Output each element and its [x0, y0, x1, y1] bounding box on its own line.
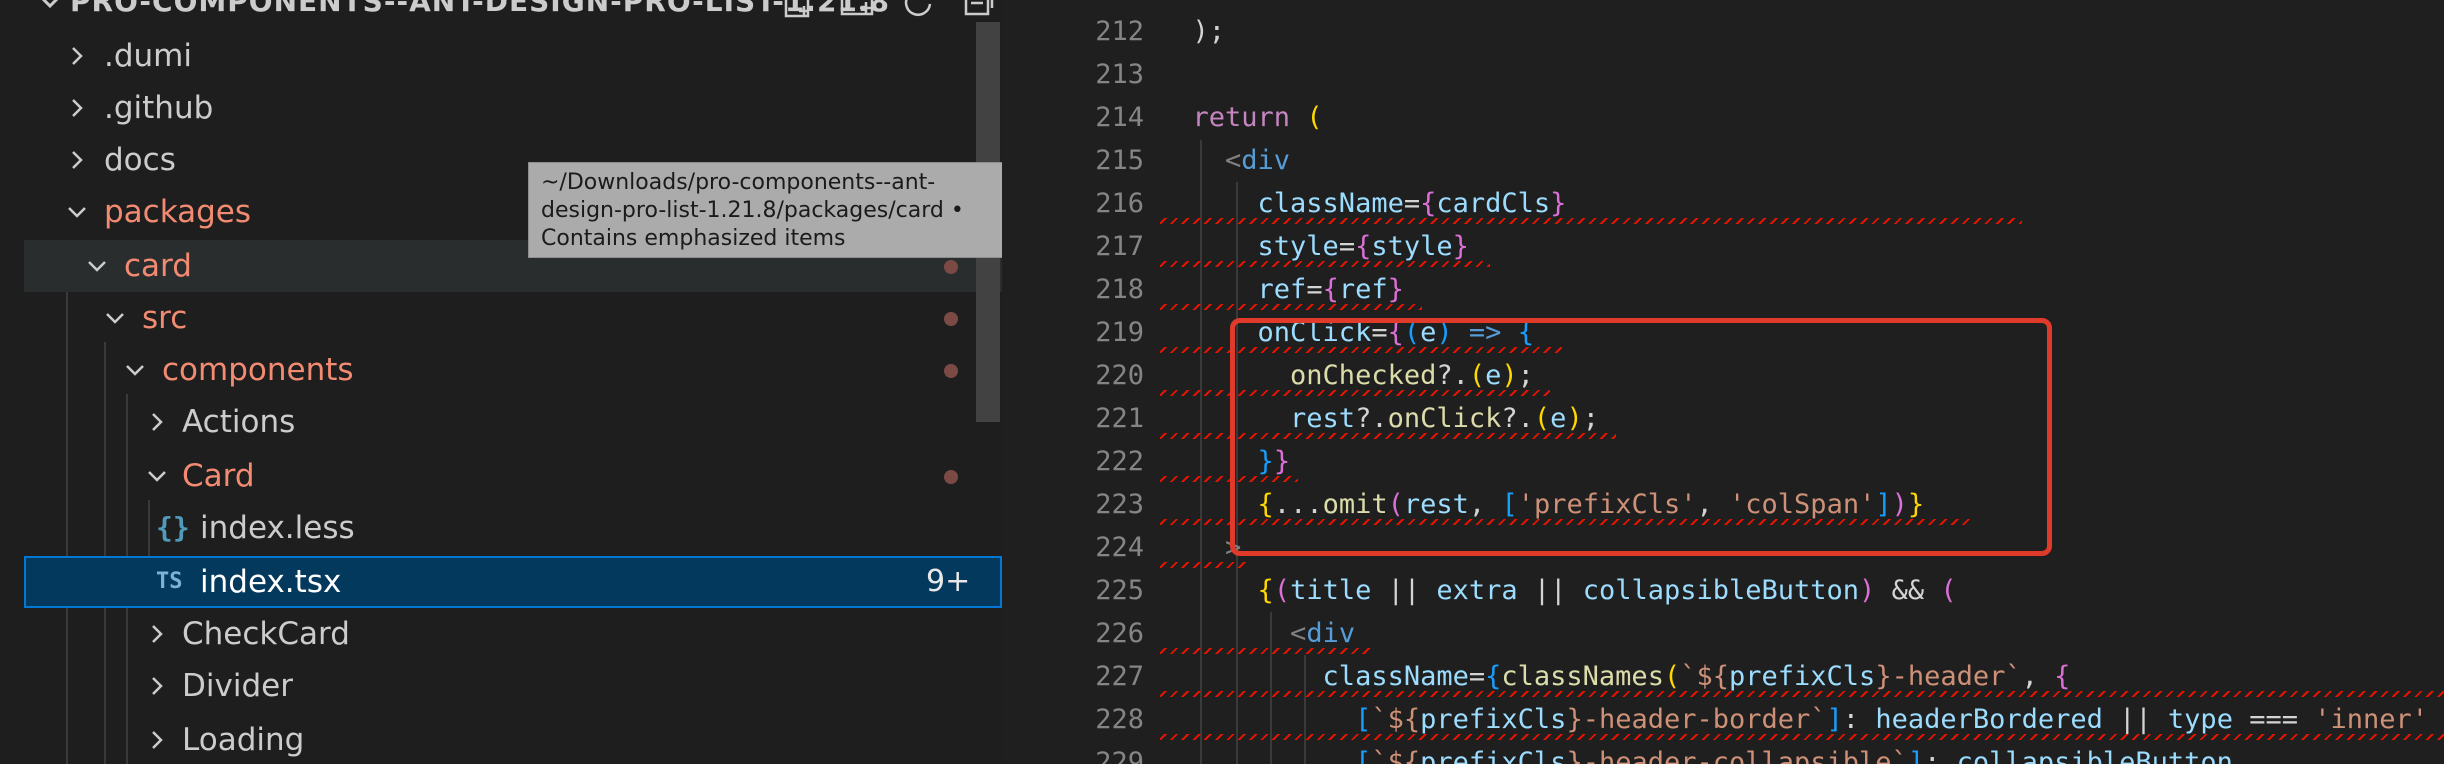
chevron-right-icon: [152, 731, 163, 749]
explorer-sidebar: PRO-COMPONENTS--ANT-DESIGN-PRO-LIST-1.21…: [0, 0, 1002, 764]
line-number: 217: [1095, 231, 1144, 262]
line-number: 229: [1095, 747, 1144, 764]
typescript-file-icon: TS: [156, 569, 183, 594]
line-number: 220: [1095, 360, 1144, 391]
chevron-right-icon: [72, 99, 83, 117]
code-line: );: [1160, 16, 1226, 47]
line-number: 222: [1095, 446, 1144, 477]
line-number: 216: [1095, 188, 1144, 219]
less-file-icon: {}: [156, 511, 190, 544]
explorer-title: PRO-COMPONENTS--ANT-DESIGN-PRO-LIST-1.21…: [70, 0, 891, 18]
tree-item-label: Card: [182, 458, 255, 494]
error-squiggle: [1160, 218, 2022, 224]
tree-item-index-less[interactable]: {} index.less: [0, 502, 1002, 554]
code-line: <div: [1225, 145, 1291, 176]
line-number: 215: [1095, 145, 1144, 176]
tree-item-divider[interactable]: Divider: [0, 660, 1002, 712]
tree-item-github[interactable]: .github: [0, 82, 1002, 134]
tree-item-label: packages: [104, 194, 252, 230]
code-editor[interactable]: 212 213 214 215 216 217 218 219 220 221 …: [1002, 0, 2444, 764]
highlight-box: [1230, 318, 2052, 556]
line-number: 219: [1095, 317, 1144, 348]
tree-item-label: Loading: [182, 722, 305, 758]
tree-item-checkcard[interactable]: CheckCard: [0, 608, 1002, 660]
chevron-down-icon: [148, 471, 166, 482]
chevron-down-icon: [106, 313, 124, 324]
modified-dot-icon: [944, 260, 958, 274]
tree-item-label: Divider: [182, 668, 293, 704]
line-number: 212: [1095, 16, 1144, 47]
tree-item-index-tsx[interactable]: TS index.tsx 9+: [24, 556, 1002, 608]
tree-item-src[interactable]: src: [0, 292, 1002, 344]
explorer-header[interactable]: PRO-COMPONENTS--ANT-DESIGN-PRO-LIST-1.21…: [0, 0, 1002, 22]
error-squiggle: [1160, 734, 2444, 740]
chevron-right-icon: [152, 677, 163, 695]
tree-item-label: docs: [104, 142, 176, 178]
line-number: 225: [1095, 575, 1144, 606]
tree-item-label: index.tsx: [200, 564, 342, 600]
tree-item-components[interactable]: components: [0, 344, 1002, 396]
error-squiggle: [1160, 304, 1422, 310]
path-tooltip: ~/Downloads/pro-components--ant-design-p…: [528, 162, 1014, 258]
code-line: {(title || extra || collapsibleButton) &…: [1257, 575, 1957, 606]
line-number: 227: [1095, 661, 1144, 692]
chevron-down-icon: [126, 365, 144, 376]
tree-item-actions[interactable]: Actions: [0, 396, 1002, 448]
tree-item-label: card: [124, 248, 192, 284]
tree-item-label: Actions: [182, 404, 296, 440]
tree-item-label: CheckCard: [182, 616, 350, 652]
tree-item-label: .dumi: [104, 38, 192, 74]
line-number: 228: [1095, 704, 1144, 735]
chevron-right-icon: [72, 47, 83, 65]
line-number: 226: [1095, 618, 1144, 649]
explorer-actions: [778, 0, 998, 22]
chevron-right-icon: [152, 413, 163, 431]
error-squiggle: [1160, 562, 1246, 568]
chevron-down-icon[interactable]: [32, 0, 68, 20]
new-folder-icon[interactable]: [838, 0, 878, 22]
chevron-right-icon: [152, 625, 163, 643]
chevron-right-icon: [72, 151, 83, 169]
error-squiggle: [1160, 691, 2444, 697]
modified-dot-icon: [944, 470, 958, 484]
line-number: 221: [1095, 403, 1144, 434]
tree-item-label: components: [162, 352, 354, 388]
tree-item-label: src: [142, 300, 188, 336]
chevron-down-icon: [88, 261, 106, 272]
tree-item-card-folder[interactable]: Card: [0, 450, 1002, 502]
line-number: 224: [1095, 532, 1144, 563]
line-number: 214: [1095, 102, 1144, 133]
chevron-down-icon: [68, 207, 86, 218]
line-number: 213: [1095, 59, 1144, 90]
line-number: 223: [1095, 489, 1144, 520]
tree-item-label: index.less: [200, 510, 355, 546]
tree-item-loading[interactable]: Loading: [0, 714, 1002, 764]
line-number: 218: [1095, 274, 1144, 305]
new-file-icon[interactable]: [778, 0, 818, 22]
modified-dot-icon: [944, 312, 958, 326]
modified-dot-icon: [944, 364, 958, 378]
error-squiggle: [1160, 648, 1372, 654]
problem-count-badge: 9+: [926, 564, 971, 599]
code-line: return (: [1160, 102, 1323, 133]
error-squiggle: [1160, 261, 1490, 267]
code-line: [`${prefixCls}-header-collapsible`]: col…: [1355, 747, 2233, 764]
refresh-icon[interactable]: [898, 0, 938, 22]
collapse-all-icon[interactable]: [958, 0, 998, 22]
tree-item-label: .github: [104, 90, 214, 126]
tree-item-dumi[interactable]: .dumi: [0, 30, 1002, 82]
